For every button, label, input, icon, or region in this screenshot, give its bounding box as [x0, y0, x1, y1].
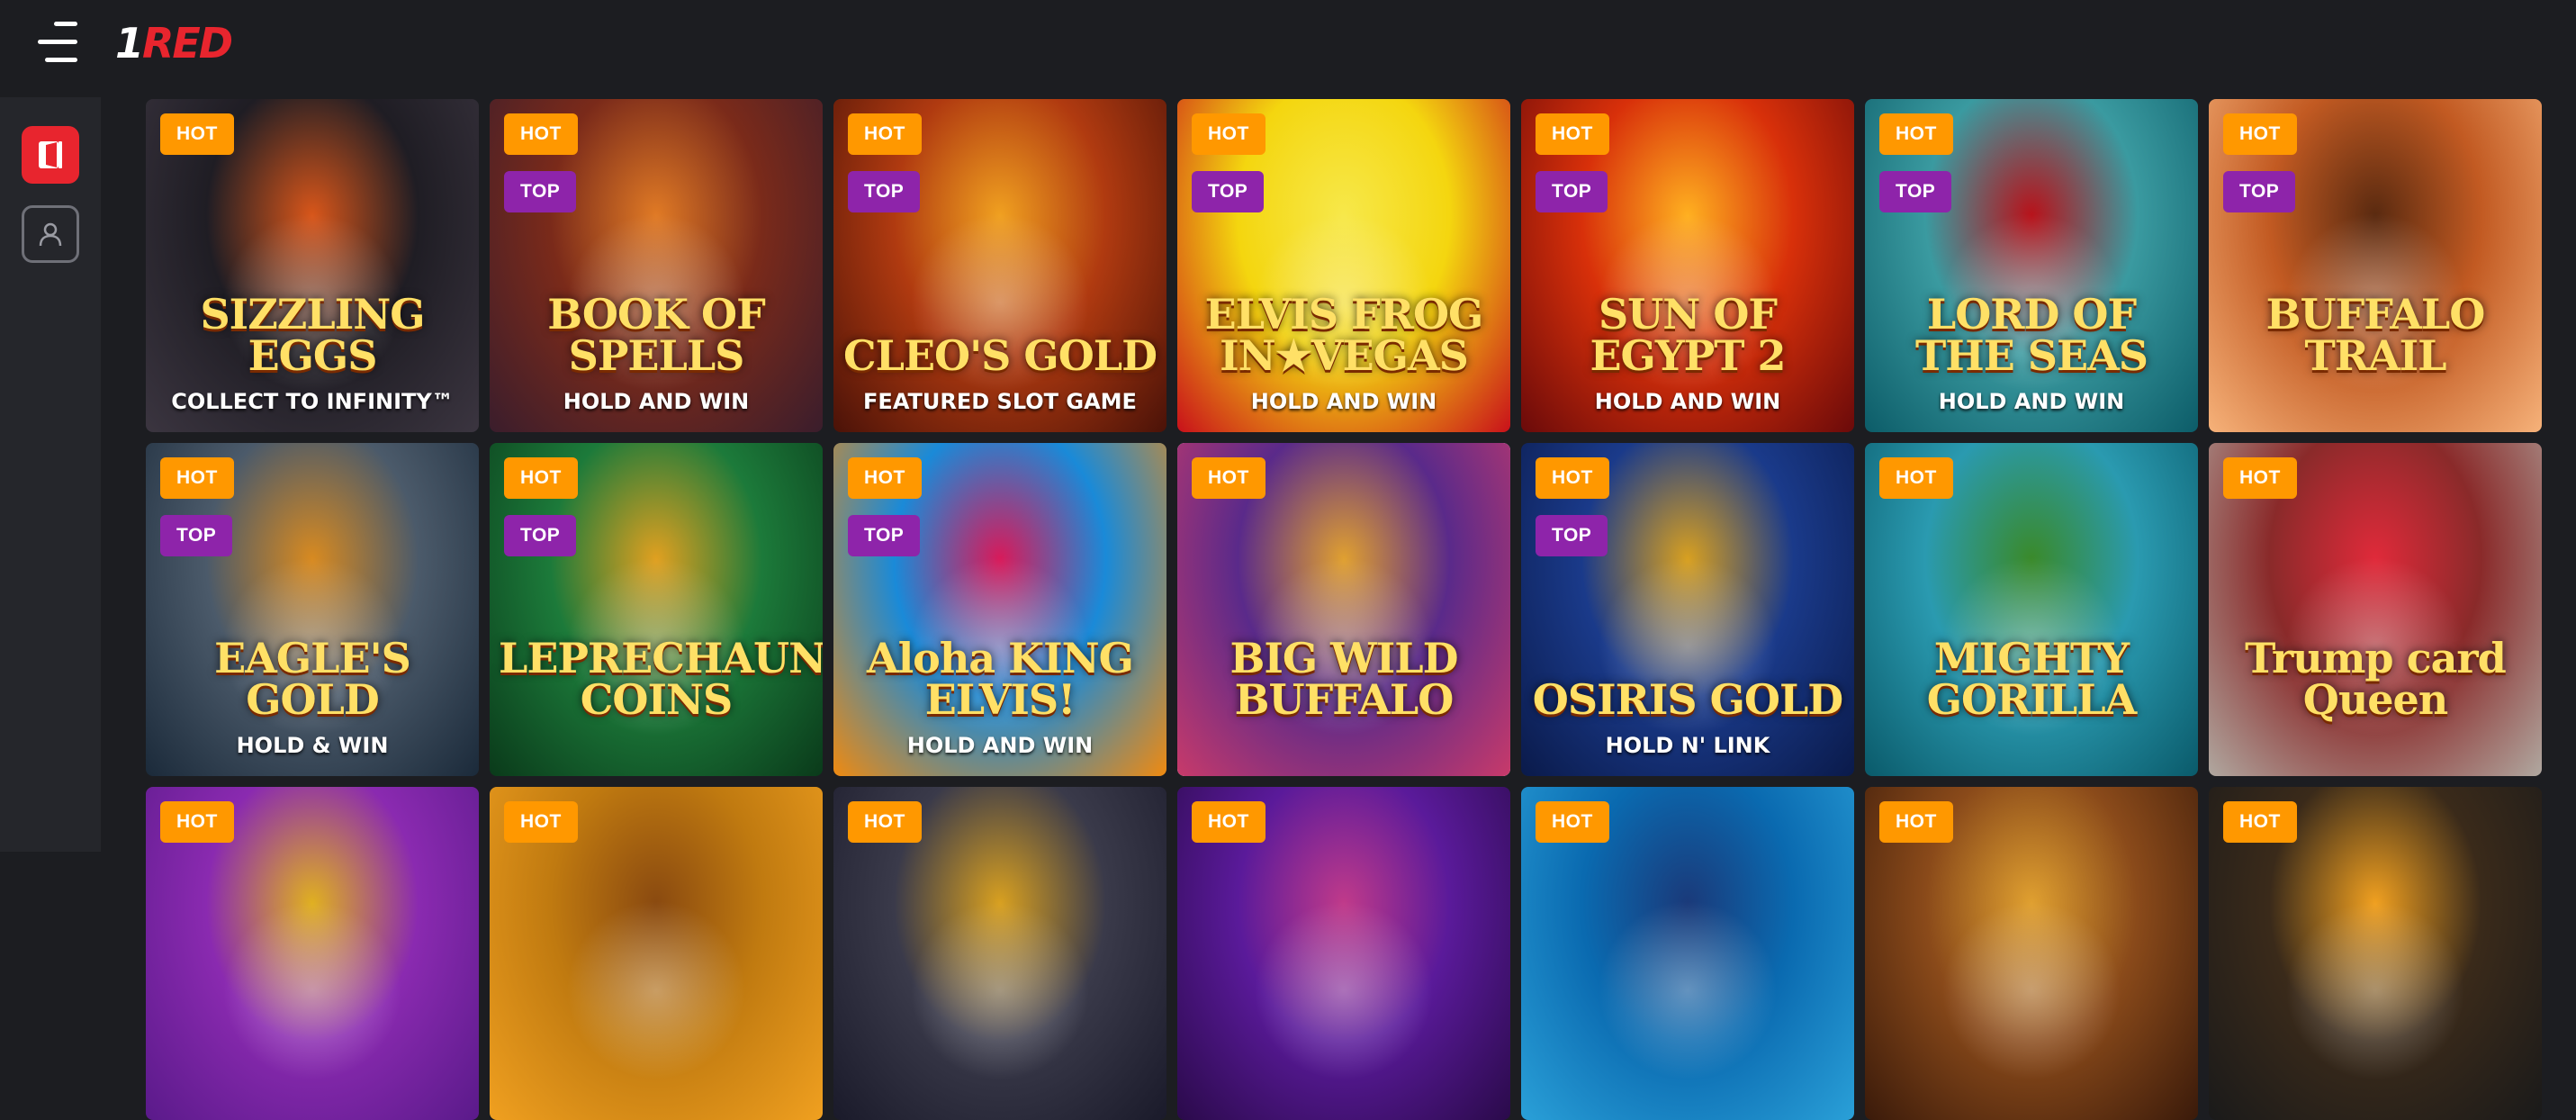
- game-title: BIG WILD BUFFALO: [1229, 634, 1458, 724]
- game-subtitle: HOLD AND WIN: [1938, 389, 2125, 414]
- hot-badge: HOT: [1536, 457, 1609, 499]
- game-tile[interactable]: SUN OF EGYPT 2 HOLD AND WIN HOT TOP: [1521, 99, 1854, 432]
- game-title: Aloha KING ELVIS!: [867, 634, 1134, 724]
- game-subtitle: HOLD AND WIN: [1250, 389, 1437, 414]
- game-subtitle: FEATURED SLOT GAME: [863, 389, 1137, 414]
- logo-red: RED: [142, 19, 233, 68]
- game-tile[interactable]: ELVIS FROG IN★VEGAS HOLD AND WIN HOT TOP: [1177, 99, 1510, 432]
- game-title: Trump card Queen: [2245, 634, 2507, 724]
- brand-logo[interactable]: 1 RED: [115, 18, 233, 68]
- hot-badge: HOT: [848, 113, 922, 155]
- top-badge: TOP: [848, 171, 921, 212]
- game-tile[interactable]: Trump card Queen HOT: [2209, 443, 2542, 776]
- logo-one: 1: [115, 19, 144, 68]
- login-door-icon: [39, 141, 62, 168]
- hot-badge: HOT: [160, 801, 234, 843]
- game-tile[interactable]: HOT: [146, 787, 479, 1120]
- game-tile[interactable]: OSIRIS GOLD HOLD N' LINK HOT TOP: [1521, 443, 1854, 776]
- game-tile[interactable]: HOT: [490, 787, 823, 1120]
- game-subtitle: HOLD AND WIN: [906, 733, 1094, 758]
- top-badge: TOP: [160, 515, 233, 556]
- hot-badge: HOT: [1879, 801, 1953, 843]
- game-tile[interactable]: LORD OF THE SEAS HOLD AND WIN HOT TOP: [1865, 99, 2198, 432]
- game-artwork-glow: [1941, 899, 2121, 1080]
- top-badge: TOP: [1536, 171, 1608, 212]
- game-tile[interactable]: BIG WILD BUFFALO HOT: [1177, 443, 1510, 776]
- game-title: LEPRECHAUN'S COINS: [499, 634, 823, 724]
- game-artwork-glow: [1254, 899, 1434, 1080]
- game-tile[interactable]: SIZZLING EGGS COLLECT TO INFINITY™ HOT: [146, 99, 479, 432]
- menu-line: [38, 40, 77, 44]
- top-badge: TOP: [1879, 171, 1952, 212]
- game-tile[interactable]: CLEO'S GOLD FEATURED SLOT GAME HOT TOP: [833, 99, 1166, 432]
- hot-badge: HOT: [504, 113, 578, 155]
- hot-badge: HOT: [1536, 113, 1609, 155]
- game-artwork-glow: [566, 899, 746, 1080]
- game-tile[interactable]: Aloha KING ELVIS! HOLD AND WIN HOT TOP: [833, 443, 1166, 776]
- hot-badge: HOT: [504, 457, 578, 499]
- top-badge: TOP: [848, 515, 921, 556]
- menu-line: [54, 22, 77, 26]
- menu-line: [45, 58, 77, 62]
- hot-badge: HOT: [1879, 113, 1953, 155]
- top-badge: TOP: [504, 515, 577, 556]
- game-tile[interactable]: HOT: [1521, 787, 1854, 1120]
- game-subtitle: HOLD & WIN: [236, 733, 389, 758]
- game-tile[interactable]: HOT: [833, 787, 1166, 1120]
- hot-badge: HOT: [1192, 801, 1265, 843]
- top-badge: TOP: [504, 171, 577, 212]
- game-title: OSIRIS GOLD: [1532, 675, 1843, 724]
- game-title: LORD OF THE SEAS: [1915, 290, 2148, 380]
- top-badge: TOP: [2223, 171, 2296, 212]
- hamburger-menu-icon[interactable]: [32, 22, 77, 63]
- top-badge: TOP: [1192, 171, 1265, 212]
- game-tile[interactable]: MIGHTY GORILLA HOT: [1865, 443, 2198, 776]
- game-artwork-glow: [2285, 899, 2465, 1080]
- hot-badge: HOT: [2223, 801, 2297, 843]
- hot-badge: HOT: [1192, 457, 1265, 499]
- game-title: SIZZLING EGGS: [200, 290, 425, 380]
- game-tile[interactable]: HOT: [1177, 787, 1510, 1120]
- profile-button[interactable]: [22, 205, 79, 263]
- game-title: CLEO'S GOLD: [843, 331, 1157, 380]
- game-artwork-glow: [222, 899, 402, 1080]
- game-tile[interactable]: LEPRECHAUN'S COINS HOT TOP: [490, 443, 823, 776]
- hot-badge: HOT: [2223, 457, 2297, 499]
- games-grid: SIZZLING EGGS COLLECT TO INFINITY™ HOT BOOK…: [146, 99, 2542, 1120]
- game-title: BOOK OF SPELLS: [547, 290, 766, 380]
- header: 1 RED: [0, 0, 2576, 85]
- game-tile[interactable]: HOT: [1865, 787, 2198, 1120]
- hot-badge: HOT: [1192, 113, 1265, 155]
- game-subtitle: HOLD AND WIN: [563, 389, 750, 414]
- game-tile[interactable]: EAGLE'S GOLD HOLD & WIN HOT TOP: [146, 443, 479, 776]
- user-profile-icon: [39, 222, 62, 247]
- hot-badge: HOT: [848, 801, 922, 843]
- game-title: BUFFALO TRAIL: [2265, 290, 2486, 380]
- game-title: SUN OF EGYPT 2: [1590, 290, 1786, 380]
- hot-badge: HOT: [504, 801, 578, 843]
- sidebar: [0, 97, 101, 852]
- game-tile[interactable]: HOT: [2209, 787, 2542, 1120]
- game-subtitle: HOLD N' LINK: [1605, 733, 1770, 758]
- game-artwork-glow: [1598, 899, 1778, 1080]
- top-badge: TOP: [1536, 515, 1608, 556]
- game-artwork-glow: [910, 899, 1090, 1080]
- hot-badge: HOT: [1536, 801, 1609, 843]
- hot-badge: HOT: [1879, 457, 1953, 499]
- hot-badge: HOT: [160, 113, 234, 155]
- game-subtitle: HOLD AND WIN: [1594, 389, 1781, 414]
- game-subtitle: COLLECT TO INFINITY™: [171, 389, 454, 414]
- game-tile[interactable]: BOOK OF SPELLS HOLD AND WIN HOT TOP: [490, 99, 823, 432]
- hot-badge: HOT: [848, 457, 922, 499]
- hot-badge: HOT: [2223, 113, 2297, 155]
- game-title: MIGHTY GORILLA: [1926, 634, 2137, 724]
- login-button[interactable]: [22, 126, 79, 184]
- game-title: ELVIS FROG IN★VEGAS: [1204, 290, 1484, 380]
- game-tile[interactable]: BUFFALO TRAIL HOT TOP: [2209, 99, 2542, 432]
- game-title: EAGLE'S GOLD: [214, 634, 411, 724]
- hot-badge: HOT: [160, 457, 234, 499]
